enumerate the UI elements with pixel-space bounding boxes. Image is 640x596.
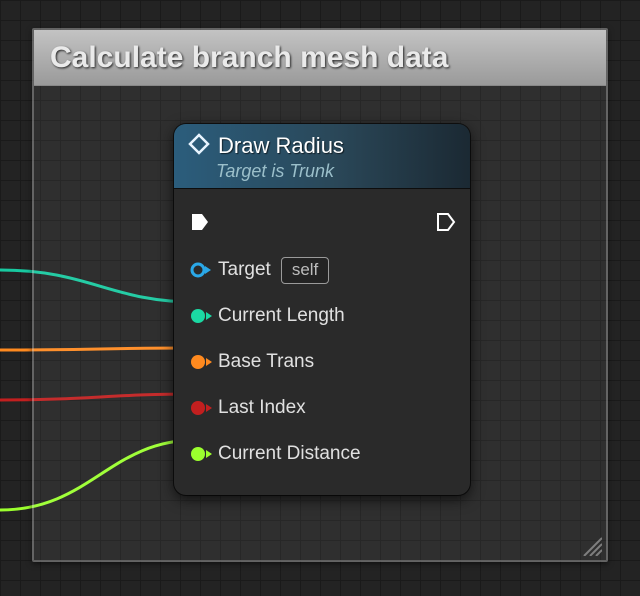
- resize-grip-icon[interactable]: [580, 534, 602, 556]
- current-distance-label: Current Distance: [218, 443, 361, 465]
- node-subtitle: Target is Trunk: [216, 161, 456, 182]
- function-icon: [188, 133, 210, 160]
- comment-title: Calculate branch mesh data: [50, 41, 448, 75]
- base-trans-pin[interactable]: [190, 353, 208, 371]
- target-pin[interactable]: [190, 261, 208, 279]
- node-body: Target self Current Length Base Trans: [174, 189, 470, 495]
- node-header[interactable]: Draw Radius Target is Trunk: [174, 124, 470, 189]
- last-index-pin[interactable]: [190, 399, 208, 417]
- target-label: Target: [218, 259, 271, 281]
- graph-node-draw-radius[interactable]: Draw Radius Target is Trunk Target self: [174, 124, 470, 495]
- last-index-label: Last Index: [218, 397, 306, 419]
- base-trans-label: Base Trans: [218, 351, 314, 373]
- comment-header[interactable]: Calculate branch mesh data: [34, 30, 606, 86]
- current-length-label: Current Length: [218, 305, 345, 327]
- target-default-box[interactable]: self: [281, 257, 329, 284]
- current-length-pin[interactable]: [190, 307, 208, 325]
- current-distance-pin[interactable]: [190, 445, 208, 463]
- exec-out-pin[interactable]: [436, 212, 454, 230]
- exec-in-pin[interactable]: [190, 212, 208, 230]
- node-title: Draw Radius: [218, 133, 344, 159]
